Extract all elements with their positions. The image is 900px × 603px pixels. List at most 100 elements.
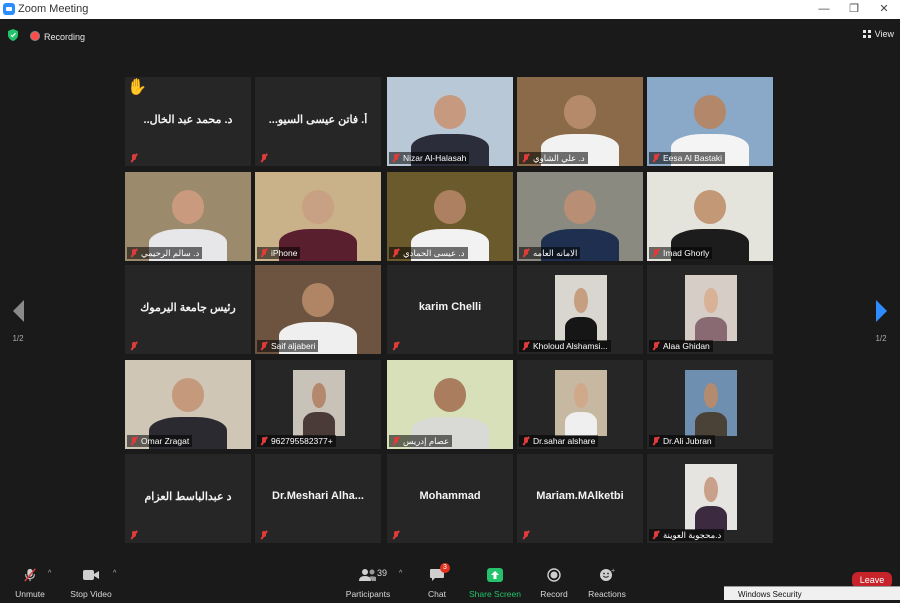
participant-tile[interactable]: ...أ. فاتن عيسى السيو — [255, 77, 381, 166]
participant-tile[interactable]: iPhone — [255, 172, 381, 261]
video-options-caret-icon[interactable]: ^ — [113, 570, 116, 577]
participant-photo — [685, 275, 737, 341]
participant-tile[interactable]: ..د. محمد عبد الخال ✋ — [125, 77, 251, 166]
participant-display-name: د عبدالباسط العزام — [144, 491, 232, 503]
participant-tile[interactable]: Kholoud Alshamsi... — [517, 265, 643, 354]
recording-indicator[interactable]: Recording — [30, 31, 85, 42]
minimize-button[interactable]: — — [812, 1, 836, 17]
participant-name-tag — [519, 529, 536, 541]
participant-tile[interactable]: الامانه العامه — [517, 172, 643, 261]
restore-button[interactable]: ❐ — [842, 1, 866, 17]
window-titlebar: Zoom Meeting — ❐ ✕ — [0, 0, 900, 19]
participant-name-tag — [127, 152, 144, 164]
participant-name-tag — [257, 529, 274, 541]
participant-name-tag — [127, 340, 144, 352]
participant-name-tag: Saif aljaberi — [257, 340, 319, 352]
participant-tile[interactable]: د. سالم الرحيمي — [125, 172, 251, 261]
participant-label: الامانه العامه — [533, 248, 578, 258]
participant-tile[interactable]: Eesa Al Bastaki — [647, 77, 773, 166]
muted-mic-icon — [522, 531, 530, 539]
participant-tile[interactable]: د. علي الشاوي — [517, 77, 643, 166]
participant-tile[interactable]: Nizar Al-Halasah — [387, 77, 513, 166]
participants-button[interactable]: 39 Participants — [333, 558, 403, 600]
view-button[interactable]: View — [862, 29, 894, 39]
participant-tile[interactable]: karim Chelli — [387, 265, 513, 354]
security-shield-icon[interactable] — [8, 29, 18, 41]
participant-name-tag: 962795582377+ — [257, 435, 336, 447]
muted-mic-icon — [652, 154, 660, 162]
muted-mic-icon — [522, 154, 530, 162]
video-camera-icon — [83, 570, 99, 580]
participant-photo — [293, 370, 345, 436]
page-indicator-left: 1/2 — [12, 334, 24, 343]
participant-name-tag: عصام إدريس — [389, 435, 453, 447]
participant-label: Dr.sahar alshare — [533, 436, 596, 446]
participant-tile[interactable]: Dr.sahar alshare — [517, 360, 643, 449]
participant-name-tag — [389, 340, 406, 352]
participant-photo — [685, 370, 737, 436]
participant-label: د.محجوبة العوينة — [663, 530, 722, 540]
participant-display-name: karim Chelli — [418, 301, 482, 313]
stop-video-button[interactable]: Stop Video — [56, 558, 126, 600]
prev-page-button[interactable]: 1/2 — [6, 300, 30, 343]
participant-tile[interactable]: Imad Ghorly — [647, 172, 773, 261]
muted-mic-icon — [522, 437, 530, 445]
participant-tile[interactable]: Mariam.MAlketbi — [517, 454, 643, 543]
participant-tile[interactable]: Mohammad — [387, 454, 513, 543]
muted-mic-icon — [130, 531, 138, 539]
reactions-label: Reactions — [588, 589, 626, 599]
participant-tile[interactable]: Dr.Meshari Alha... — [255, 454, 381, 543]
participant-name-tag: Nizar Al-Halasah — [389, 152, 470, 164]
window-title: Zoom Meeting — [18, 3, 89, 15]
participant-name-tag: Omar Zragat — [127, 435, 193, 447]
participant-label: د. عيسى الحمادي — [403, 248, 465, 258]
participant-photo — [685, 464, 737, 530]
participant-label: Alaa Ghidan — [663, 341, 710, 351]
participant-tile[interactable]: د.محجوبة العوينة — [647, 454, 773, 543]
participant-tile[interactable]: د عبدالباسط العزام — [125, 454, 251, 543]
participant-name-tag: Eesa Al Bastaki — [649, 152, 726, 164]
recording-label: Recording — [44, 32, 86, 42]
participant-name-tag: Alaa Ghidan — [649, 340, 713, 352]
participant-display-name: ..د. محمد عبد الخال — [143, 114, 233, 126]
participant-label: Omar Zragat — [141, 436, 190, 446]
muted-mic-icon — [652, 531, 660, 539]
muted-mic-icon — [522, 342, 530, 350]
participant-name-tag: iPhone — [257, 247, 301, 259]
participant-tile[interactable]: عصام إدريس — [387, 360, 513, 449]
participant-tile[interactable]: د. عيسى الحمادي — [387, 172, 513, 261]
gallery-grid: ..د. محمد عبد الخال ✋ ...أ. فاتن عيسى السي… — [125, 77, 775, 547]
next-page-button[interactable]: 1/2 — [869, 300, 893, 343]
participant-label: Saif aljaberi — [271, 341, 316, 351]
participant-tile[interactable]: Saif aljaberi — [255, 265, 381, 354]
participant-tile[interactable]: رئيس جامعة اليرموك — [125, 265, 251, 354]
page-indicator-right: 1/2 — [875, 334, 887, 343]
participant-name-tag: د. عيسى الحمادي — [389, 247, 468, 259]
participant-tile[interactable]: Omar Zragat — [125, 360, 251, 449]
participants-label: Participants — [345, 589, 391, 599]
chevron-left-icon — [12, 300, 24, 322]
muted-microphone-icon — [24, 568, 36, 582]
muted-mic-icon — [652, 437, 660, 445]
participant-tile[interactable]: 962795582377+ — [255, 360, 381, 449]
windows-security-notification[interactable]: Windows Security — [724, 586, 900, 600]
grid-view-icon — [862, 30, 871, 38]
participant-name-tag — [389, 529, 406, 541]
participants-icon — [359, 569, 376, 581]
participant-name-tag: الامانه العامه — [519, 247, 581, 259]
recording-dot-icon — [30, 31, 40, 41]
participant-display-name: Dr.Meshari Alha... — [272, 490, 364, 502]
participant-tile[interactable]: Alaa Ghidan — [647, 265, 773, 354]
muted-mic-icon — [130, 342, 138, 350]
close-button[interactable]: ✕ — [872, 1, 896, 17]
muted-mic-icon — [260, 342, 268, 350]
audio-options-caret-icon[interactable]: ^ — [48, 570, 51, 577]
meeting-topbar: Recording View — [0, 19, 900, 55]
participant-tile[interactable]: Dr.Ali Jubran — [647, 360, 773, 449]
participant-label: Kholoud Alshamsi... — [533, 341, 608, 351]
reactions-button[interactable]: + Reactions — [572, 558, 642, 600]
muted-mic-icon — [260, 249, 268, 257]
participant-name-tag: Kholoud Alshamsi... — [519, 340, 611, 352]
muted-mic-icon — [652, 342, 660, 350]
muted-mic-icon — [392, 437, 400, 445]
